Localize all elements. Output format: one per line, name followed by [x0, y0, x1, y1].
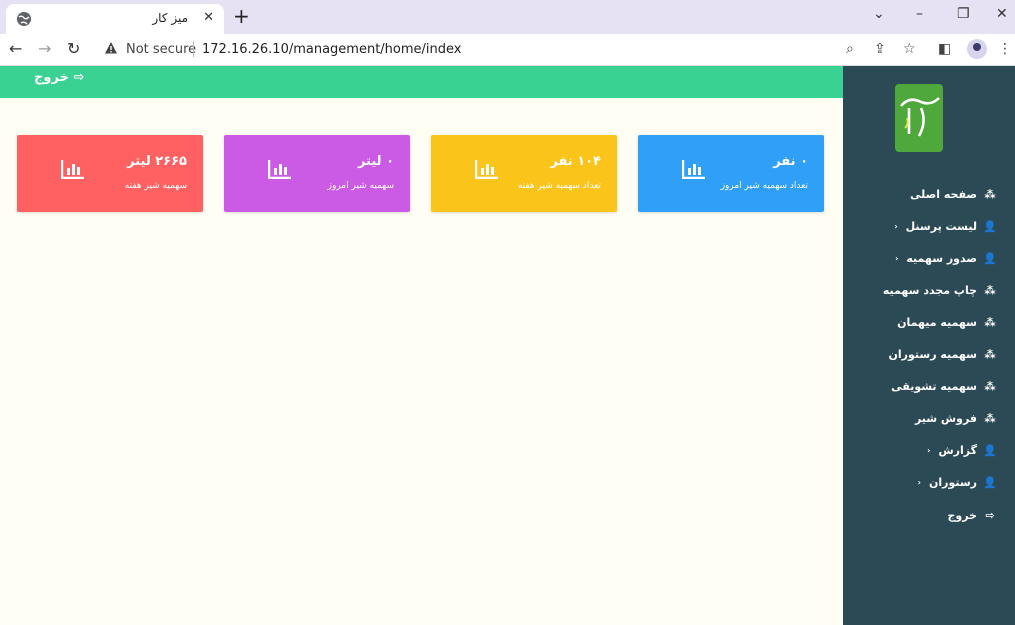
cubes-icon: ⁂ [984, 284, 996, 297]
new-tab-button[interactable]: + [233, 6, 250, 26]
sidebar-item-label: خروج [947, 509, 977, 522]
profile-avatar[interactable] [967, 39, 987, 59]
cubes-icon: ⁂ [984, 412, 996, 425]
sidebar-item-label: چاپ مجدد سهمیه [882, 284, 977, 297]
forward-button[interactable]: → [38, 40, 51, 58]
browser-tab[interactable]: میز کار ✕ [6, 4, 224, 34]
bookmark-star-icon[interactable]: ☆ [903, 41, 916, 57]
stat-label: تعداد سهمیه شیر هفته [517, 181, 601, 191]
sidebar-item-report[interactable]: 👤 گزارش ‹ [927, 444, 997, 457]
browser-tab-strip: میز کار ✕ + ⌄ – ❐ ✕ [0, 0, 1015, 34]
sidebar-item-label: سهمیه میهمان [897, 316, 977, 329]
stat-label: سهمیه شیر امروز [327, 181, 394, 191]
stat-card-milk-quota-today-count: ۰ نفر تعداد سهمیه شیر امروز [638, 135, 824, 212]
stat-label: سهمیه شیر هفته [124, 181, 187, 191]
sidebar-item-label: گزارش [938, 444, 977, 457]
chevron-icon: ‹ [894, 222, 898, 231]
sidebar-item-logout[interactable]: ⇨ خروج [947, 509, 997, 522]
bar-chart-icon [475, 160, 498, 179]
share-icon[interactable]: ⇪ [874, 41, 886, 57]
sidebar-item-home[interactable]: ⁂ صفحه اصلی [910, 188, 997, 201]
cubes-icon: ⁂ [984, 316, 996, 329]
cubes-icon: ⁂ [984, 380, 996, 393]
sidebar-item-guest-quota[interactable]: ⁂ سهمیه میهمان [897, 316, 997, 329]
user-icon: 👤 [983, 476, 997, 489]
sidebar-item-restaurant-quota[interactable]: ⁂ سهمیه رستوران [889, 348, 997, 361]
stat-value: ۰ لیتر [357, 154, 394, 169]
sidebar-item-label: رستوران [928, 476, 977, 489]
sidebar-item-incentive-quota[interactable]: ⁂ سهمیه تشویقی [891, 380, 997, 393]
sign-out-icon: ⇨ [985, 509, 995, 522]
user-icon: 👤 [983, 220, 997, 233]
tab-title: میز کار [152, 11, 188, 25]
stat-card-milk-quota-week-count: ۱۰۴ نفر تعداد سهمیه شیر هفته [431, 135, 617, 212]
sidebar-item-personnel-list[interactable]: 👤 لیست پرسنل ‹ [894, 220, 997, 233]
tab-search-icon[interactable]: ⌄ [873, 6, 885, 22]
sign-out-icon: ⇨ [73, 70, 85, 85]
stat-card-milk-quota-today-liters: ۰ لیتر سهمیه شیر امروز [224, 135, 410, 212]
stat-card-milk-quota-week-liters: ۲۶۶۵ لیتر سهمیه شیر هفته [17, 135, 203, 212]
sidebar-item-label: فروش شیر [914, 412, 977, 425]
page-top-bar: ⇨ خروج [0, 66, 843, 98]
side-panel-icon[interactable]: ◧ [938, 41, 951, 57]
reload-button[interactable]: ↻ [67, 40, 80, 58]
zoom-icon[interactable]: ⌕ [846, 41, 854, 57]
top-logout-label: خروج [34, 70, 69, 85]
stat-label: تعداد سهمیه شیر امروز [720, 181, 808, 191]
bar-chart-icon [682, 160, 705, 179]
chevron-icon: ‹ [917, 478, 921, 487]
sidebar-item-label: صدور سهمیه [906, 252, 977, 265]
sidebar-item-issue-quota[interactable]: 👤 صدور سهمیه ‹ [895, 252, 997, 265]
address-bar[interactable]: Not secure 172.16.26.10/management/home/… [100, 38, 840, 62]
bar-chart-icon [268, 160, 291, 179]
stat-value: ۱۰۴ نفر [550, 154, 601, 169]
back-button[interactable]: ← [9, 40, 22, 58]
close-window-button[interactable]: ✕ [996, 6, 1008, 22]
sidebar-item-reprint-quota[interactable]: ⁂ چاپ مجدد سهمیه [883, 284, 997, 297]
top-logout-link[interactable]: ⇨ خروج [34, 70, 84, 85]
sidebar-item-milk-sales[interactable]: ⁂ فروش شیر [915, 412, 997, 425]
cubes-icon: ⁂ [984, 188, 996, 201]
globe-icon [17, 12, 31, 26]
chevron-icon: ‹ [895, 254, 899, 263]
warning-icon [105, 42, 117, 54]
security-label: Not secure [126, 42, 197, 57]
user-icon: 👤 [983, 252, 997, 265]
company-logo [895, 84, 943, 152]
cubes-icon: ⁂ [984, 348, 996, 361]
browser-toolbar: ← → ↻ Not secure 172.16.26.10/management… [0, 34, 1015, 66]
sidebar-item-label: سهمیه رستوران [888, 348, 977, 361]
sidebar-item-label: صفحه اصلی [910, 188, 977, 201]
sidebar-item-label: سهمیه تشویقی [891, 380, 977, 393]
restore-button[interactable]: ❐ [957, 6, 970, 22]
stat-value: ۲۶۶۵ لیتر [127, 154, 187, 169]
url-text[interactable]: 172.16.26.10/management/home/index [202, 42, 461, 57]
bar-chart-icon [61, 160, 84, 179]
address-divider [193, 41, 194, 57]
chevron-icon: ‹ [927, 446, 931, 455]
minimize-button[interactable]: – [916, 6, 923, 22]
sidebar: ⁂ صفحه اصلی 👤 لیست پرسنل ‹ 👤 صدور سهمیه … [843, 66, 1015, 625]
browser-menu-icon[interactable]: ⋮ [998, 41, 1012, 57]
close-tab-icon[interactable]: ✕ [203, 10, 214, 25]
sidebar-item-label: لیست پرسنل [905, 220, 977, 233]
stat-value: ۰ نفر [773, 154, 808, 169]
sidebar-item-restaurant[interactable]: 👤 رستوران ‹ [918, 476, 997, 489]
user-icon: 👤 [983, 444, 997, 457]
